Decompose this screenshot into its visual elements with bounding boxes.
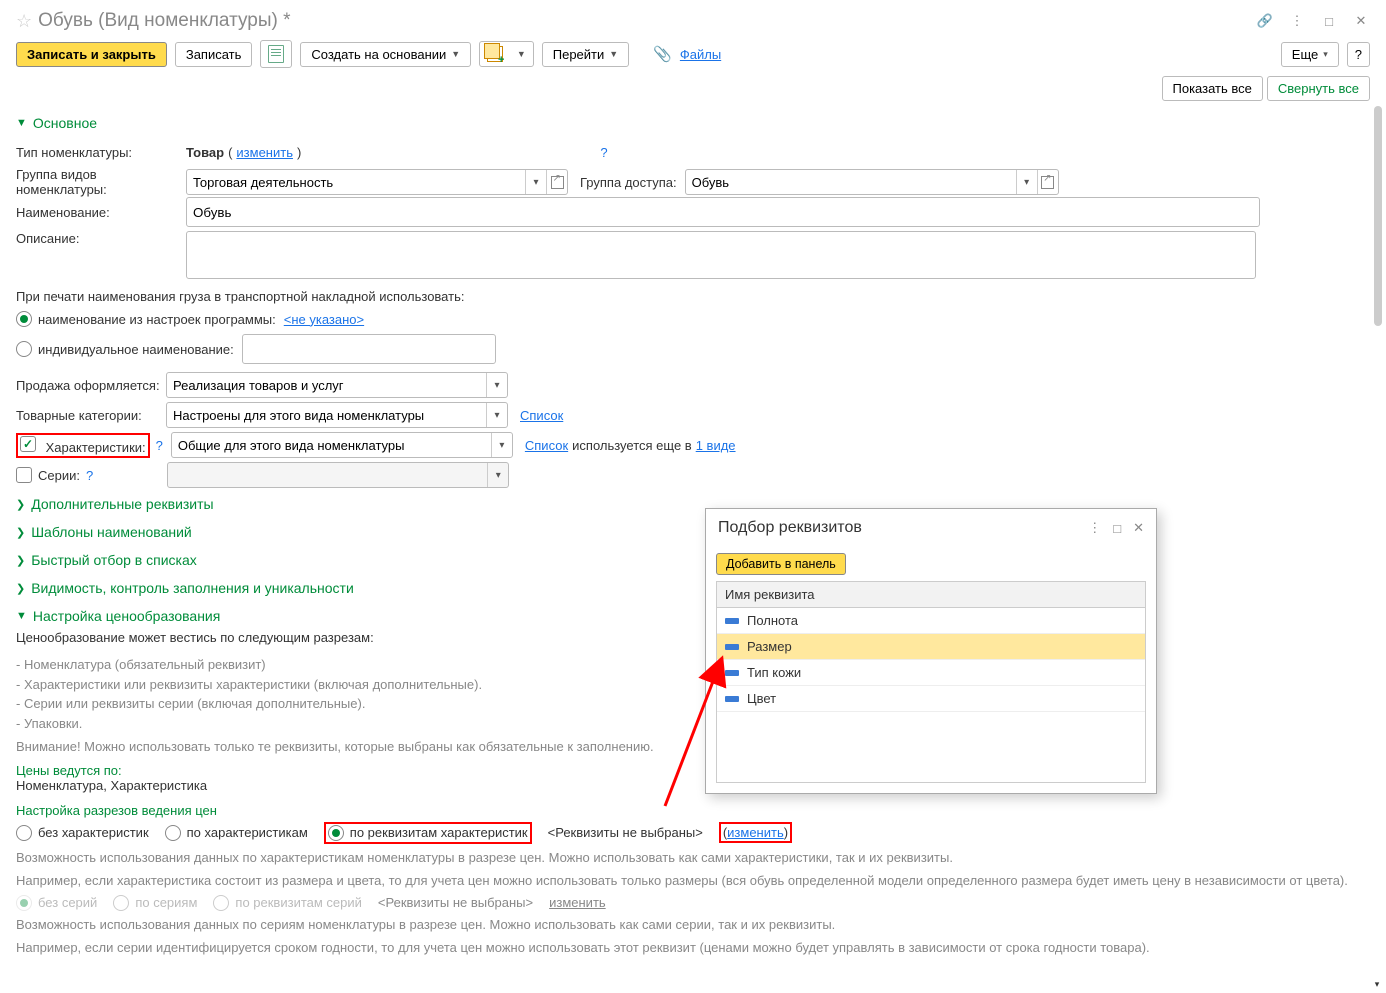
access-open-icon[interactable] bbox=[1037, 170, 1058, 194]
section-main-header[interactable]: ▼Основное bbox=[16, 109, 1370, 137]
table-row[interactable]: Цвет bbox=[717, 686, 1145, 712]
field-icon bbox=[725, 696, 739, 702]
section-visibility[interactable]: ❯Видимость, контроль заполнения и уникал… bbox=[16, 574, 1370, 602]
print-note: При печати наименования груза в транспор… bbox=[16, 289, 1370, 304]
files-link[interactable]: Файлы bbox=[680, 47, 721, 62]
add-to-panel-button[interactable]: Добавить в панель bbox=[716, 553, 846, 575]
one-type-link[interactable]: 1 виде bbox=[696, 438, 736, 453]
series-checkbox[interactable] bbox=[16, 467, 32, 483]
help-series-icon[interactable]: ? bbox=[86, 468, 93, 483]
char-dropdown-icon[interactable]: ▾ bbox=[491, 433, 512, 457]
collapse-all-button[interactable]: Свернуть все bbox=[1267, 76, 1370, 101]
requisites-picker-dialog: Подбор реквизитов ⋮ □ ✕ Добавить в панел… bbox=[705, 508, 1157, 794]
individual-name-input[interactable] bbox=[242, 334, 496, 364]
change-type-link[interactable]: изменить bbox=[236, 145, 293, 160]
access-input[interactable] bbox=[686, 170, 1016, 194]
cat-list-link[interactable]: Список bbox=[520, 408, 563, 423]
dialog-more-icon[interactable]: ⋮ bbox=[1088, 520, 1101, 536]
radio-by-char-req[interactable] bbox=[328, 825, 344, 841]
help-button[interactable]: ? bbox=[1347, 42, 1370, 67]
char-combo[interactable]: ▾ bbox=[171, 432, 513, 458]
radio-program-name[interactable] bbox=[16, 311, 32, 327]
radio-no-char[interactable] bbox=[16, 825, 32, 841]
favorite-star-icon[interactable]: ☆ bbox=[16, 11, 32, 32]
copy-button[interactable]: + ▼ bbox=[479, 41, 534, 67]
section-additional-props[interactable]: ❯Дополнительные реквизиты bbox=[16, 490, 1370, 518]
radio-by-char-req-highlight: по реквизитам характеристик bbox=[324, 822, 532, 844]
prices-by-header: Цены ведутся по: bbox=[16, 763, 1370, 778]
save-button[interactable]: Записать bbox=[175, 42, 253, 67]
series-change-link: изменить bbox=[549, 895, 606, 910]
radio-by-char[interactable] bbox=[165, 825, 181, 841]
section-pricing[interactable]: ▼Настройка ценообразования bbox=[16, 602, 1370, 630]
radio-individual-name[interactable] bbox=[16, 341, 32, 357]
desc-label: Описание: bbox=[16, 231, 186, 246]
access-label: Группа доступа: bbox=[580, 175, 677, 190]
access-combo[interactable]: ▾ bbox=[685, 169, 1059, 195]
more-button[interactable]: Еще▾ bbox=[1281, 42, 1339, 67]
characteristics-highlight: Характеристики: bbox=[16, 433, 150, 458]
window-maximize-icon[interactable]: □ bbox=[1320, 12, 1338, 30]
goto-button[interactable]: Перейти▼ bbox=[542, 42, 629, 67]
radio-by-series bbox=[113, 895, 129, 911]
change-link-highlight: (изменить) bbox=[719, 822, 792, 843]
window-close-icon[interactable]: ✕ bbox=[1352, 12, 1370, 30]
table-header-name: Имя реквизита bbox=[717, 582, 1145, 608]
group-dropdown-icon[interactable]: ▾ bbox=[525, 170, 546, 194]
type-label: Тип номенклатуры: bbox=[16, 145, 186, 160]
radio-no-series bbox=[16, 895, 32, 911]
attachment-icon[interactable]: 📎 bbox=[653, 45, 672, 63]
cat-label: Товарные категории: bbox=[16, 408, 166, 423]
group-open-icon[interactable] bbox=[546, 170, 567, 194]
show-all-button[interactable]: Показать все bbox=[1162, 76, 1263, 101]
series-dropdown-icon: ▾ bbox=[487, 463, 508, 487]
name-input[interactable] bbox=[186, 197, 1260, 227]
field-icon bbox=[725, 644, 739, 650]
requisites-table: Имя реквизита Полнота Размер Тип кожи Цв… bbox=[716, 581, 1146, 783]
series-combo: ▾ bbox=[167, 462, 509, 488]
dimensions-header: Настройка разрезов ведения цен bbox=[16, 803, 1370, 818]
document-icon bbox=[268, 45, 284, 63]
scroll-down-icon[interactable]: ▾ bbox=[1372, 979, 1382, 989]
dialog-maximize-icon[interactable]: □ bbox=[1113, 521, 1121, 536]
sale-combo[interactable]: ▾ bbox=[166, 372, 508, 398]
radio-by-series-req bbox=[213, 895, 229, 911]
copy-plus-icon: + bbox=[487, 46, 503, 62]
access-dropdown-icon[interactable]: ▾ bbox=[1016, 170, 1037, 194]
name-label: Наименование: bbox=[16, 205, 186, 220]
more-menu-icon[interactable]: ⋮ bbox=[1288, 12, 1306, 30]
char-list-link[interactable]: Список bbox=[525, 438, 568, 453]
table-row[interactable]: Тип кожи bbox=[717, 660, 1145, 686]
group-combo[interactable]: ▾ bbox=[186, 169, 568, 195]
report-button[interactable] bbox=[260, 40, 292, 68]
window-title: Обувь (Вид номенклатуры) * bbox=[38, 10, 1256, 32]
table-row-selected[interactable]: Размер bbox=[717, 634, 1145, 660]
vertical-scrollbar[interactable]: ▾ bbox=[1372, 106, 1382, 987]
field-icon bbox=[725, 618, 739, 624]
dialog-title: Подбор реквизитов bbox=[718, 519, 1076, 537]
create-based-on-button[interactable]: Создать на основании▼ bbox=[300, 42, 471, 67]
link-icon[interactable]: 🔗 bbox=[1256, 12, 1274, 30]
cat-dropdown-icon[interactable]: ▾ bbox=[486, 403, 507, 427]
dialog-close-icon[interactable]: ✕ bbox=[1133, 520, 1144, 536]
sale-dropdown-icon[interactable]: ▾ bbox=[486, 373, 507, 397]
cat-combo[interactable]: ▾ bbox=[166, 402, 508, 428]
section-quick-filter[interactable]: ❯Быстрый отбор в списках bbox=[16, 546, 1370, 574]
description-textarea[interactable] bbox=[186, 231, 1256, 279]
save-and-close-button[interactable]: Записать и закрыть bbox=[16, 42, 167, 67]
help-type-icon[interactable]: ? bbox=[600, 145, 607, 160]
type-value: Товар bbox=[186, 145, 224, 160]
sale-label: Продажа оформляется: bbox=[16, 378, 166, 393]
section-name-templates[interactable]: ❯Шаблоны наименований bbox=[16, 518, 1370, 546]
characteristics-checkbox[interactable] bbox=[20, 436, 36, 452]
change-req-link[interactable]: изменить bbox=[727, 825, 784, 840]
field-icon bbox=[725, 670, 739, 676]
group-label: Группа видов номенклатуры: bbox=[16, 167, 186, 197]
table-row[interactable]: Полнота bbox=[717, 608, 1145, 634]
scrollbar-thumb[interactable] bbox=[1374, 106, 1382, 326]
help-char-icon[interactable]: ? bbox=[156, 438, 163, 453]
group-input[interactable] bbox=[187, 170, 525, 194]
program-name-link[interactable]: <не указано> bbox=[284, 312, 364, 327]
